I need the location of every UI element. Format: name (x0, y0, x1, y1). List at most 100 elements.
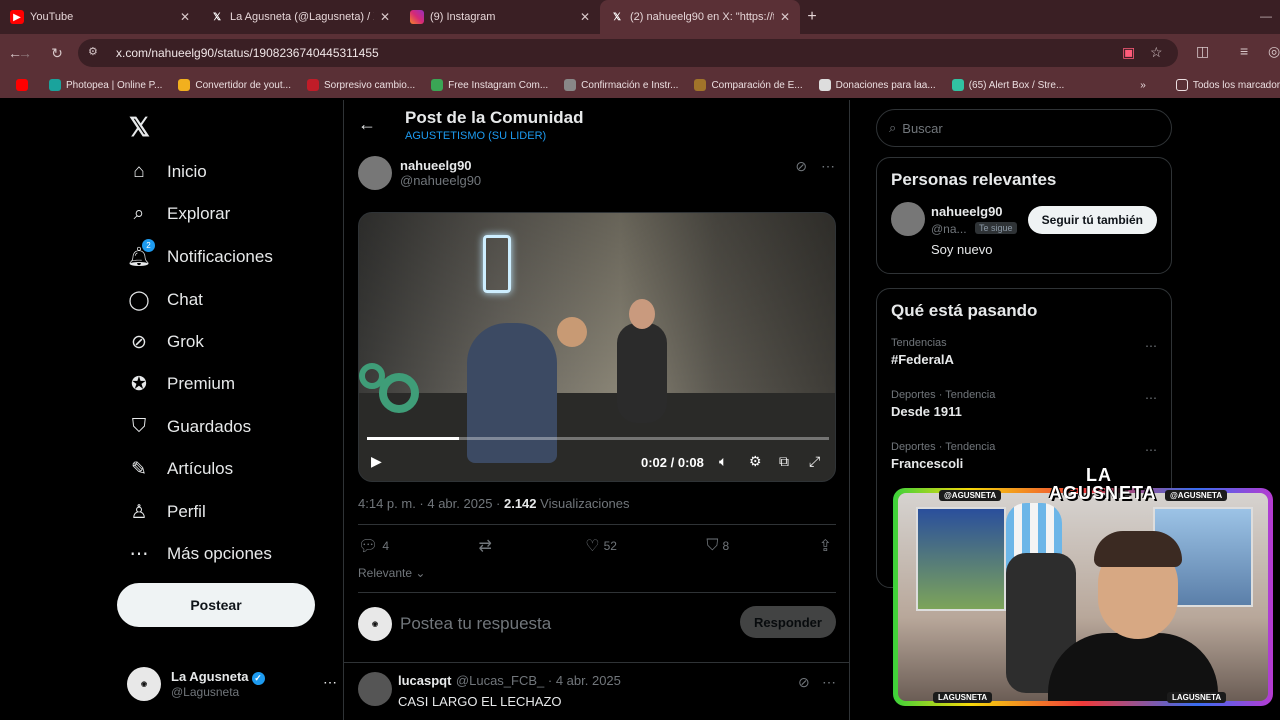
webcam-overlay: @AGUSNETA @AGUSNETA LAGUSNETA LAGUSNETA … (893, 466, 1273, 706)
star-icon[interactable]: ☆ (1150, 44, 1163, 61)
close-icon[interactable]: ✕ (780, 10, 790, 24)
back-arrow-icon[interactable]: ← (358, 114, 376, 135)
profile-icon[interactable]: ◎ (1268, 43, 1280, 60)
like-count: 52 (603, 539, 617, 553)
fullscreen-icon[interactable]: ⤢ (809, 453, 820, 470)
close-icon[interactable]: ✕ (180, 10, 190, 24)
settings-icon[interactable]: ⚙ (749, 453, 762, 470)
browser-tab[interactable]: (9) Instagram ✕ (400, 0, 600, 34)
browser-tab-active[interactable]: 𝕏 (2) nahueelg90 en X: "https://t.c ✕ (600, 0, 800, 34)
bookmark-label: Free Instagram Com... (448, 79, 549, 91)
play-icon[interactable]: ▶ (371, 453, 382, 470)
premium-icon: ✪ (131, 373, 147, 395)
more-icon[interactable]: ⋯ (323, 674, 337, 691)
heart-icon: ♡ (585, 538, 600, 555)
share-action[interactable]: ⇪ (819, 536, 836, 556)
nav-label: Premium (167, 374, 236, 393)
bookmarks-folder[interactable]: Todos los marcadores (1175, 79, 1280, 91)
bookmark[interactable]: Convertidor de yout... (178, 79, 291, 91)
reply-button[interactable]: Responder (740, 606, 836, 638)
trend-name: #FederalA (891, 352, 954, 367)
reply-input[interactable]: Postea tu respuesta (400, 614, 551, 634)
bookmark-icon (694, 79, 707, 91)
avatar[interactable] (891, 202, 925, 236)
x-icon: 𝕏 (212, 11, 222, 23)
more-icon[interactable]: ⋯ (1145, 391, 1157, 405)
pip-icon[interactable]: ⧉ (779, 453, 789, 470)
x-logo-icon[interactable]: 𝕏 (129, 112, 150, 143)
bookmark[interactable]: Free Instagram Com... (431, 79, 548, 91)
search-input[interactable]: ⌕ Buscar (876, 109, 1172, 147)
author-name[interactable]: nahueelg90 (400, 158, 481, 173)
x-icon: 𝕏 (612, 11, 622, 23)
bookmarks-overflow-icon[interactable]: » (1140, 80, 1146, 91)
post-button[interactable]: Postear (117, 583, 315, 627)
nav-item-notificaciones[interactable]: 🔔︎ 2 Notificaciones (127, 239, 273, 275)
site-info-icon[interactable]: ⚙ (88, 45, 104, 61)
extensions-puzzle-icon[interactable]: ◫ (1196, 43, 1209, 60)
nav-item-inicio[interactable]: ⌂ Inicio (127, 154, 206, 190)
bookmark[interactable]: Photopea | Online P... (49, 79, 162, 91)
post-date[interactable]: 4:14 p. m. · 4 abr. 2025 · (358, 496, 504, 511)
bookmark-youtube[interactable] (16, 79, 33, 91)
grok-icon[interactable]: ⊘ (798, 674, 810, 691)
more-icon[interactable]: ⋯ (1145, 339, 1157, 353)
avatar: ◉ (127, 667, 161, 701)
bookmark[interactable]: Comparación de E... (694, 79, 803, 91)
close-icon[interactable]: ✕ (380, 10, 390, 24)
nav-item-grok[interactable]: ⊘ Grok (127, 324, 204, 360)
more-icon[interactable]: ⋯ (821, 158, 835, 174)
post-author[interactable]: nahueelg90 @nahueelg90 (358, 156, 481, 190)
like-action[interactable]: ♡ 52 (585, 536, 617, 556)
browser-tab[interactable]: 𝕏 La Agusneta (@Lagusneta) / X ✕ (200, 0, 400, 34)
comment-author[interactable]: lucaspqt (398, 673, 451, 688)
grok-icon[interactable]: ⊘ (795, 158, 807, 174)
relevant-user[interactable]: nahueelg90 @na... Te sigue Soy nuevo Seg… (891, 202, 1157, 258)
user-name[interactable]: nahueelg90 (931, 204, 1003, 219)
more-icon[interactable]: ⋯ (1145, 443, 1157, 457)
video-player[interactable]: ▶ 0:02 / 0:08 🔈︎ ⚙ ⧉ ⤢ (358, 212, 836, 482)
bookmark[interactable]: Donaciones para laa... (818, 79, 936, 91)
volume-icon[interactable]: 🔈︎ (719, 453, 727, 470)
nav-item-mas-opciones[interactable]: ⋯ Más opciones (127, 536, 272, 572)
bookmark-icon (178, 79, 191, 91)
trend-name: Desde 1911 (891, 404, 962, 419)
sort-dropdown[interactable]: Relevante ⌄ (358, 566, 425, 580)
close-icon[interactable]: ✕ (580, 10, 590, 24)
nav-item-chat[interactable]: ◯ Chat (127, 282, 203, 318)
nav-item-guardados[interactable]: ⛉ Guardados (127, 409, 251, 445)
trend-item[interactable]: Tendencias #FederalA ⋯ (891, 331, 1157, 383)
bookmark-action[interactable]: ⛉ 8 (706, 536, 729, 556)
bookmark[interactable]: Sorpresivo cambio... (306, 79, 415, 91)
minimize-icon[interactable]: — (1260, 9, 1272, 23)
reload-icon[interactable]: ↻ (42, 38, 72, 68)
nav-item-articulos[interactable]: ✎ Artículos (127, 451, 233, 487)
more-icon[interactable]: ⋯ (822, 674, 836, 691)
bookmark[interactable]: Confirmación e Instr... (564, 79, 678, 91)
bookmark-label: Convertidor de yout... (195, 79, 291, 91)
community-link[interactable]: AGUSTETISMO (SU LIDER) (405, 130, 546, 142)
browser-tab[interactable]: ▶ YouTube ✕ (0, 0, 200, 34)
account-switcher[interactable]: ◉ La Agusneta ✓ @Lagusneta ⋯ (127, 662, 337, 706)
forward-icon[interactable]: → (10, 38, 40, 68)
reply-action[interactable]: 💬︎ 4 (358, 536, 389, 556)
notification-badge: 2 (142, 239, 155, 252)
avatar[interactable] (358, 156, 392, 190)
media-icon[interactable]: ≡ (1240, 43, 1248, 59)
author-handle[interactable]: @nahueelg90 (400, 173, 481, 188)
nav-item-premium[interactable]: ✪ Premium (127, 366, 235, 402)
url-bar[interactable]: ⚙ x.com/nahueelg90/status/19082367404453… (78, 39, 1178, 67)
video-time: 0:02 / 0:08 (641, 455, 704, 470)
follow-button[interactable]: Seguir tú también (1027, 206, 1157, 234)
new-tab-icon[interactable]: + (800, 0, 824, 34)
repost-action[interactable]: ⇄ (478, 536, 495, 556)
bookmark[interactable]: (65) Alert Box / Stre... (951, 79, 1064, 91)
avatar[interactable] (358, 672, 392, 706)
neon-sign (483, 235, 511, 293)
nav-item-explorar[interactable]: ⌕ Explorar (127, 196, 231, 232)
nav-item-perfil[interactable]: ♙ Perfil (127, 494, 205, 530)
extension-icon[interactable]: ▣ (1122, 44, 1135, 61)
trend-item[interactable]: Deportes · Tendencia Desde 1911 ⋯ (891, 383, 1157, 435)
bookmark-icon (818, 79, 831, 91)
comment[interactable]: lucaspqt @Lucas_FCB_ · 4 abr. 2025 CASI … (358, 672, 621, 709)
